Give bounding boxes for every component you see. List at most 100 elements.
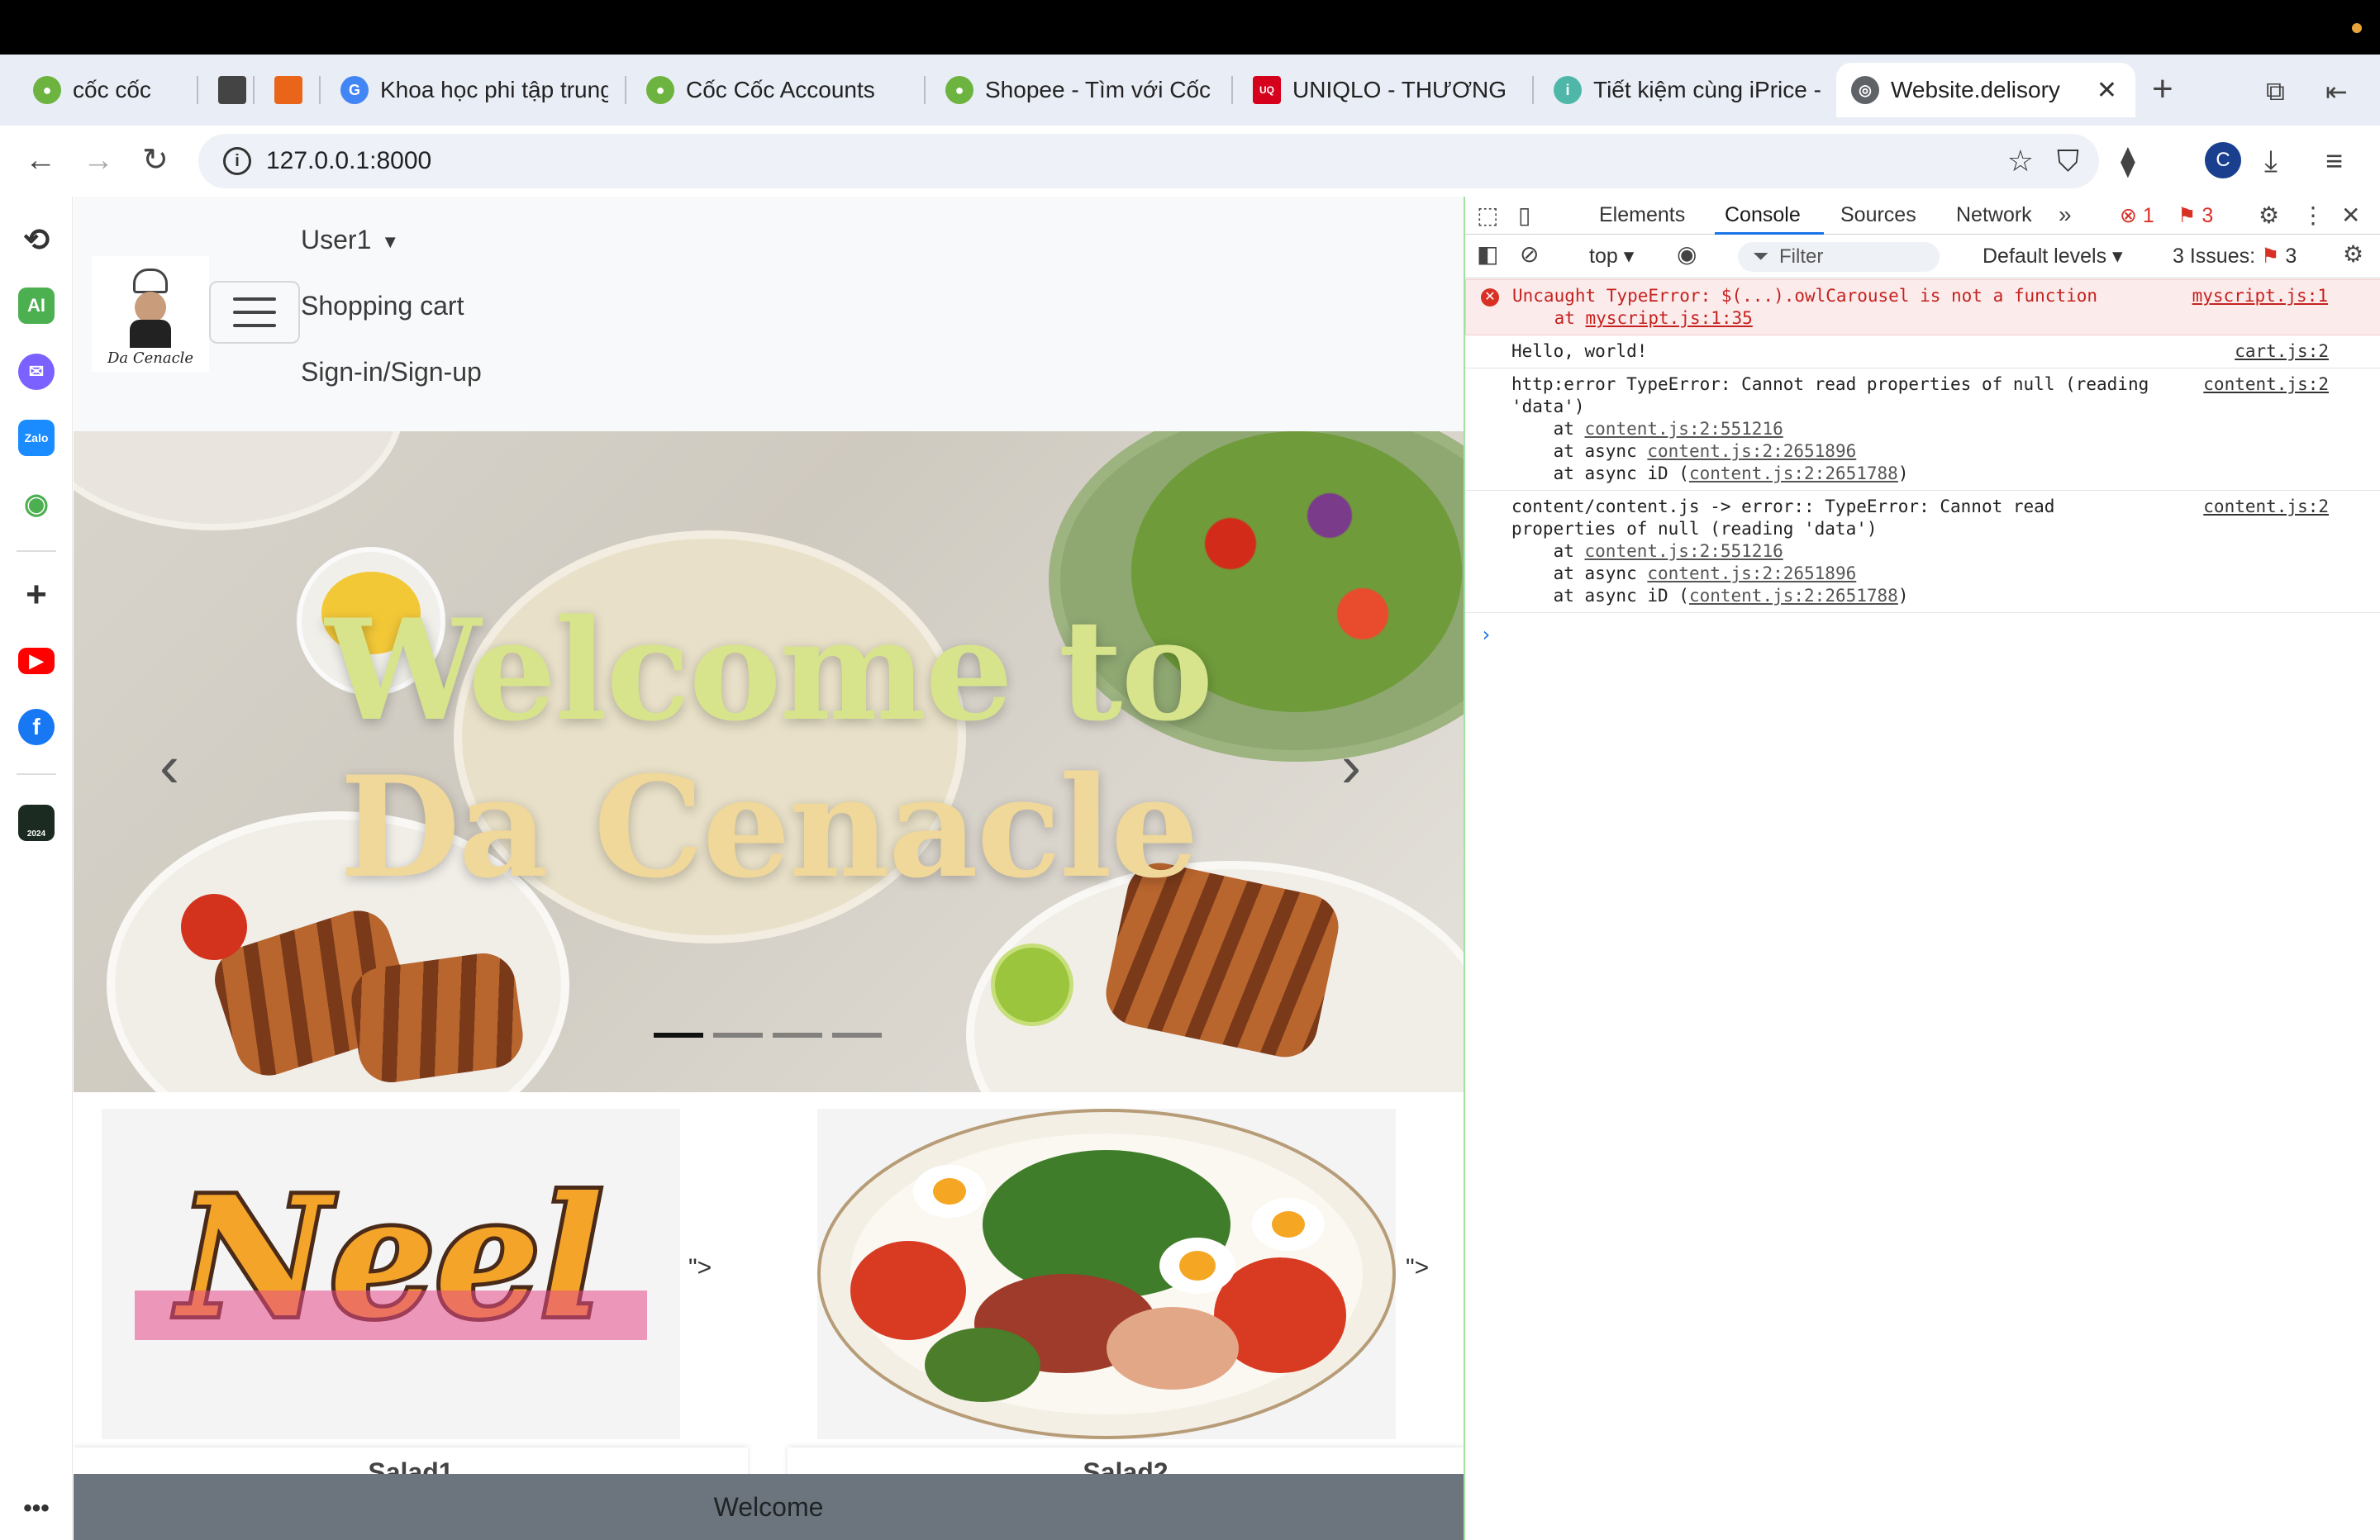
stack-frame: at async iD (content.js:2:2651788) xyxy=(1511,463,2332,485)
tab-network[interactable]: Network xyxy=(1956,203,2032,227)
console-source-link[interactable]: myscript.js:1 xyxy=(2192,285,2328,307)
messenger-icon[interactable]: ✉ xyxy=(18,354,55,390)
carousel-indicator[interactable] xyxy=(773,1033,822,1038)
carousel-indicator[interactable] xyxy=(832,1033,882,1038)
log-levels-select[interactable]: Default levels ▾ xyxy=(1983,244,2123,269)
console-log-message[interactable]: Hello, world! cart.js:2 xyxy=(1465,335,2380,368)
sidebar-toggle-icon[interactable]: ◧ xyxy=(1477,240,1498,268)
profile-avatar[interactable]: C xyxy=(2205,142,2241,178)
live-expression-eye-icon[interactable]: ◉ xyxy=(1677,240,1697,268)
stack-frame-link[interactable]: myscript.js:1:35 xyxy=(1586,308,1753,328)
tab-pinned-1[interactable] xyxy=(203,63,253,117)
issues-label: 3 Issues: xyxy=(2173,245,2256,268)
tab-separator xyxy=(197,76,198,104)
tab-sources[interactable]: Sources xyxy=(1840,203,1916,227)
chef-illustration xyxy=(121,269,179,348)
product-image-salad1[interactable]: Neel xyxy=(102,1109,680,1439)
active-tab-underline xyxy=(1715,232,1824,235)
carousel-indicator[interactable] xyxy=(654,1033,703,1038)
ai-icon[interactable]: AI xyxy=(18,288,55,324)
carousel-prev-icon[interactable]: ‹ xyxy=(159,737,179,796)
reload-icon[interactable]: ↻ xyxy=(142,144,169,177)
forward-icon[interactable]: → xyxy=(83,144,114,177)
site-info-icon[interactable]: i xyxy=(223,147,251,175)
menu-icon[interactable]: ≡ xyxy=(2325,144,2343,178)
shopping-cart-link[interactable]: Shopping cart xyxy=(301,291,464,321)
device-toolbar-icon[interactable]: ▯ xyxy=(1518,202,1530,229)
tab-khoa-hoc[interactable]: G Khoa học phi tập trung xyxy=(326,63,623,117)
facebook-icon[interactable]: f xyxy=(18,709,55,745)
tab-search-icon[interactable]: ⧉ xyxy=(2266,76,2285,107)
close-tab-icon[interactable]: ✕ xyxy=(2097,76,2117,105)
tab-iprice[interactable]: i Tiết kiệm cùng iPrice - xyxy=(1539,63,1836,117)
zalo-icon[interactable]: Zalo xyxy=(18,420,55,456)
stack-frame: at async content.js:2:2651896 xyxy=(1511,440,2332,463)
extensions-icon[interactable]: ⧫ xyxy=(2121,144,2135,178)
download-icon[interactable]: ⤓ xyxy=(2264,144,2278,179)
food-plate xyxy=(74,431,404,530)
console-source-link[interactable]: content.js:2 xyxy=(2203,496,2329,518)
tab-coccoc-accounts[interactable]: ● Cốc Cốc Accounts xyxy=(631,63,912,117)
console-filter-input[interactable]: ⏷ Filter xyxy=(1738,242,1940,272)
error-icon: ✕ xyxy=(1481,288,1499,307)
adblock-shield-icon[interactable]: ⛉ xyxy=(2057,144,2079,179)
kebab-menu-icon[interactable]: ⋮ xyxy=(2301,202,2325,229)
console-error-message[interactable]: ✕ Uncaught TypeError: $(...).owlCarousel … xyxy=(1465,279,2380,335)
plus-icon[interactable]: + xyxy=(18,574,55,615)
more-tabs-icon[interactable]: » xyxy=(2059,202,2072,228)
sidebar-divider xyxy=(17,550,56,552)
issues-button[interactable]: 3 Issues: ⚑ 3 xyxy=(2173,244,2297,269)
tab-pinned-2[interactable] xyxy=(259,63,317,117)
tab-coccoc-home[interactable]: ● cốc cốc xyxy=(18,63,200,117)
stack-frame-link[interactable]: content.js:2:2651896 xyxy=(1647,441,1856,461)
bookmark-star-icon[interactable]: ☆ xyxy=(2007,144,2034,179)
back-icon[interactable]: ← xyxy=(25,144,56,177)
address-bar[interactable]: i 127.0.0.1:8000 ☆ ⛉ xyxy=(198,134,2099,188)
tab-elements[interactable]: Elements xyxy=(1599,203,1685,227)
more-icon[interactable]: ••• xyxy=(18,1490,55,1527)
stack-frame-prefix: at xyxy=(1511,419,1585,439)
issues-count: 3 xyxy=(2285,245,2297,268)
stack-frame-suffix: ) xyxy=(1897,586,1909,606)
tab-label: Shopee - Tìm với Cốc C xyxy=(985,77,1218,102)
error-count-badge[interactable]: ⊗ 1 xyxy=(2120,203,2154,228)
tab-label: cốc cốc xyxy=(73,77,151,102)
lime xyxy=(991,943,1073,1026)
side-panel-icon[interactable]: ⇤ xyxy=(2325,76,2348,107)
console-prompt-input[interactable]: › xyxy=(1465,613,2380,646)
warning-count-badge[interactable]: ⚑ 3 xyxy=(2178,203,2213,228)
stack-frame-link[interactable]: content.js:2:2651896 xyxy=(1647,563,1856,583)
page-viewport: Da Cenacle User1 ▼ Shopping cart Sign-in/… xyxy=(74,197,1464,1540)
tab-website-delisory[interactable]: ◎ Website.delisory ✕ xyxy=(1836,63,2135,117)
history-icon[interactable]: ⟲ xyxy=(18,221,55,258)
stack-frame-link[interactable]: content.js:2:2651788 xyxy=(1689,463,1898,483)
console-settings-icon[interactable]: ⚙ xyxy=(2343,240,2363,268)
carousel-indicator[interactable] xyxy=(713,1033,763,1038)
tab-uniqlo[interactable]: UQ UNIQLO - THƯƠNG HI xyxy=(1238,63,1527,117)
console-log-message[interactable]: http:error TypeError: Cannot read proper… xyxy=(1465,368,2380,491)
console-source-link[interactable]: cart.js:2 xyxy=(2235,340,2329,363)
site-logo[interactable]: Da Cenacle xyxy=(92,256,209,372)
tab-shopee[interactable]: ● Shopee - Tìm với Cốc C xyxy=(931,63,1233,117)
navbar-toggler-button[interactable] xyxy=(209,281,300,344)
new-tab-icon[interactable]: + xyxy=(2152,71,2173,107)
sign-in-link[interactable]: Sign-in/Sign-up xyxy=(301,357,482,387)
user-dropdown[interactable]: User1 ▼ xyxy=(301,225,399,255)
product-image-salad2[interactable] xyxy=(817,1109,1396,1439)
close-devtools-icon[interactable]: ✕ xyxy=(2341,202,2360,229)
carousel-next-icon[interactable]: › xyxy=(1341,737,1361,796)
coccoc-2024-icon[interactable]: 2024 xyxy=(18,805,55,841)
clear-console-icon[interactable]: ⊘ xyxy=(1520,240,1539,268)
console-source-link[interactable]: content.js:2 xyxy=(2203,373,2329,396)
stack-frame-link[interactable]: content.js:2:551216 xyxy=(1585,541,1783,561)
stack-frame-link[interactable]: content.js:2:2651788 xyxy=(1689,586,1898,606)
console-log-message[interactable]: content/content.js -> error:: TypeError:… xyxy=(1465,491,2380,613)
settings-gear-icon[interactable]: ⚙ xyxy=(2259,202,2279,229)
tab-console[interactable]: Console xyxy=(1725,203,1801,227)
context-select[interactable]: top ▾ xyxy=(1589,244,1634,269)
youtube-icon[interactable]: ▶ xyxy=(18,648,55,674)
tab-label: Tiết kiệm cùng iPrice - xyxy=(1593,77,1821,102)
game-icon[interactable]: ◉ xyxy=(18,486,55,522)
inspect-element-icon[interactable]: ⬚ xyxy=(1477,202,1498,229)
stack-frame-link[interactable]: content.js:2:551216 xyxy=(1585,419,1783,439)
